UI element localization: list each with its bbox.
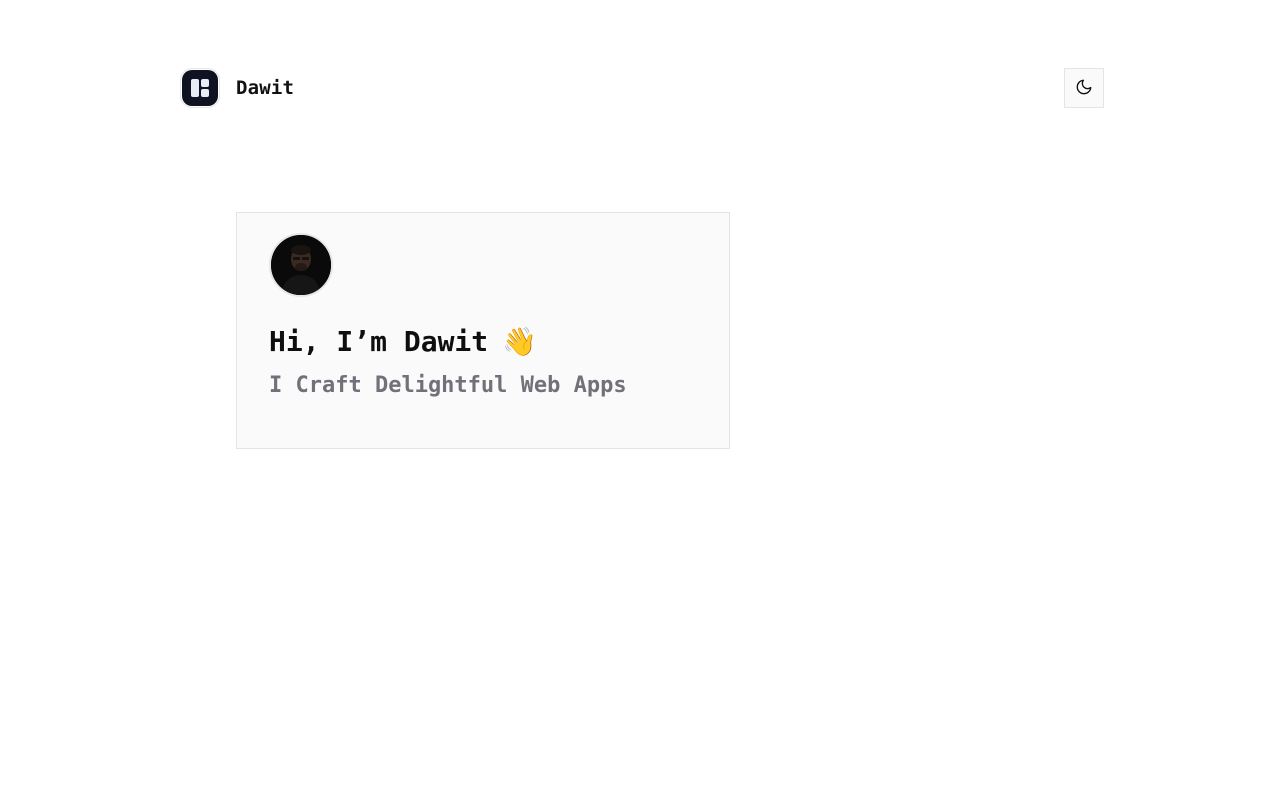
tagline: I Craft Delightful Web Apps [269,373,627,398]
greeting-heading: Hi, I’m Dawit 👋 [269,325,537,358]
page: Dawit Hi, I’m Dawit 👋 I Craft Delightful… [0,0,1280,800]
layout-grid-icon [182,70,218,106]
avatar [269,233,333,297]
theme-toggle-button[interactable] [1064,68,1104,108]
intro-card: Hi, I’m Dawit 👋 I Craft Delightful Web A… [236,212,730,449]
site-header: Dawit [180,68,1104,108]
moon-icon [1075,78,1093,99]
logo [180,68,220,108]
waving-hand-icon: 👋 [502,325,538,358]
brand-name: Dawit [236,77,295,99]
home-link[interactable]: Dawit [180,68,294,108]
greeting-text: Hi, I’m Dawit [269,325,489,358]
